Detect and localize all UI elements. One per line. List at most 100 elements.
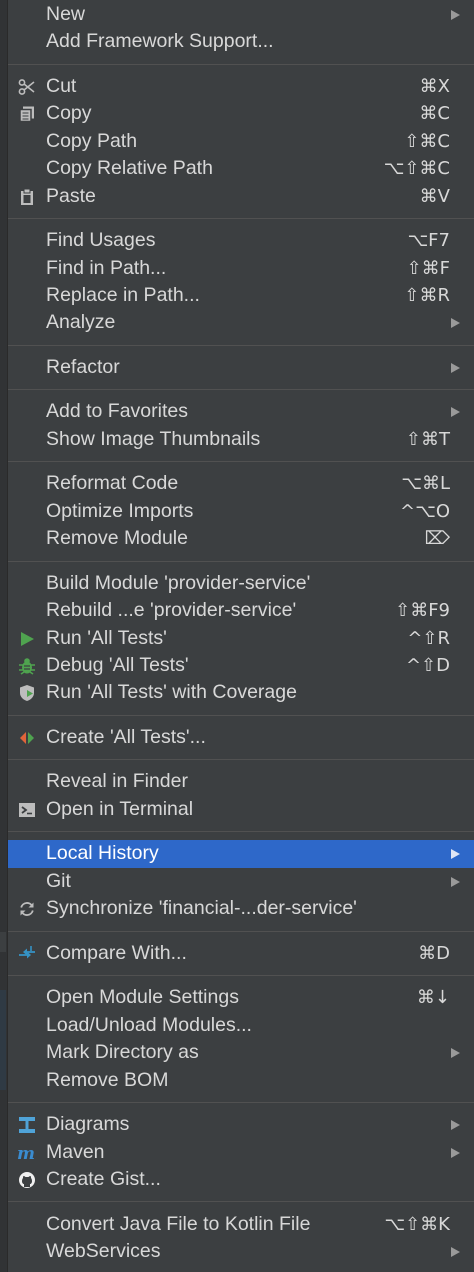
- menu-item-compare-with[interactable]: Compare With... ⌘D: [8, 940, 474, 967]
- menu-item-label: Show Image Thumbnails: [46, 427, 261, 450]
- menu-item-label: WebServices: [46, 1239, 161, 1262]
- menu-item-label: Create 'All Tests'...: [46, 725, 206, 748]
- menu-item-run-all-tests[interactable]: Run 'All Tests' ^⇧R: [8, 625, 474, 652]
- menu-item-label: Git: [46, 869, 71, 892]
- menu-item-create-all-tests[interactable]: Create 'All Tests'...: [8, 724, 474, 751]
- menu-item-find-usages[interactable]: Find Usages ⌥F7: [8, 227, 474, 254]
- submenu-arrow-icon: [451, 407, 460, 418]
- submenu-arrow-icon: [451, 1048, 460, 1059]
- menu-item-create-gist[interactable]: Create Gist...: [8, 1166, 474, 1193]
- menu-item-webservices[interactable]: WebServices: [8, 1238, 474, 1265]
- menu-item-shortcut: ⌘V: [419, 185, 450, 207]
- menu-item-remove-bom[interactable]: Remove BOM: [8, 1067, 474, 1094]
- menu-item-shortcut: ⇧⌘T: [405, 428, 450, 450]
- menu-item-label: Remove BOM: [46, 1068, 169, 1091]
- menu-item-analyze[interactable]: Analyze: [8, 309, 474, 336]
- menu-item-label: Local History: [46, 842, 159, 865]
- menu-item-label: Optimize Imports: [46, 499, 194, 522]
- menu-item-synchronize-financial-der-service[interactable]: Synchronize 'financial-...der-service': [8, 895, 474, 922]
- submenu-arrow-icon: [451, 318, 460, 329]
- menu-item-label: Open Module Settings: [46, 986, 239, 1009]
- menu-item-optimize-imports[interactable]: Optimize Imports ^⌥O: [8, 498, 474, 525]
- submenu-arrow-icon: [451, 1147, 460, 1158]
- scissors-icon: [17, 77, 37, 97]
- menu-separator: [8, 751, 474, 768]
- menu-item-open-module-settings[interactable]: Open Module Settings ⌘↓: [8, 984, 474, 1011]
- menu-item-label: Find Usages: [46, 229, 156, 252]
- menu-item-label: Create Gist...: [46, 1167, 161, 1190]
- menu-item-shortcut: ^⇧R: [407, 627, 450, 649]
- menu-item-rebuild-e-provider-service[interactable]: Rebuild ...e 'provider-service' ⇧⌘F9: [8, 597, 474, 624]
- submenu-arrow-icon: [451, 1120, 460, 1131]
- menu-item-paste[interactable]: Paste ⌘V: [8, 183, 474, 210]
- menu-item-label: Copy: [46, 102, 92, 125]
- menu-item-remove-module[interactable]: Remove Module ⌦: [8, 525, 474, 552]
- menu-item-find-in-path[interactable]: Find in Path... ⇧⌘F: [8, 255, 474, 282]
- menu-separator: [8, 381, 474, 398]
- submenu-arrow-icon: [451, 1246, 460, 1257]
- menu-item-label: Find in Path...: [46, 256, 167, 279]
- menu-item-shortcut: ^⇧D: [405, 654, 450, 676]
- menu-item-maven[interactable]: m Maven: [8, 1139, 474, 1166]
- menu-item-label: New: [46, 3, 86, 25]
- menu-item-label: Synchronize 'financial-...der-service': [46, 897, 357, 920]
- menu-item-git[interactable]: Git: [8, 868, 474, 895]
- menu-item-shortcut: ⌥⌘L: [401, 473, 450, 495]
- menu-item-copy[interactable]: Copy ⌘C: [8, 100, 474, 127]
- menu-item-open-in-terminal[interactable]: Open in Terminal: [8, 796, 474, 823]
- submenu-arrow-icon: [451, 876, 460, 887]
- menu-item-copy-relative-path[interactable]: Copy Relative Path ⌥⇧⌘C: [8, 155, 474, 182]
- sync-icon: [17, 899, 37, 919]
- menu-item-label: Reformat Code: [46, 472, 179, 495]
- menu-item-label: Add Framework Support...: [46, 30, 274, 53]
- menu-item-label: Load/Unload Modules...: [46, 1013, 252, 1036]
- maven-icon: m: [17, 1143, 37, 1163]
- menu-item-shortcut: ⌥⇧⌘C: [383, 158, 450, 180]
- menu-item-replace-in-path[interactable]: Replace in Path... ⇧⌘R: [8, 282, 474, 309]
- menu-item-run-all-tests-with-coverage[interactable]: Run 'All Tests' with Coverage: [8, 679, 474, 706]
- menu-item-load-unload-modules[interactable]: Load/Unload Modules...: [8, 1012, 474, 1039]
- menu-separator: [8, 453, 474, 470]
- menu-item-shortcut: ⌥F7: [407, 230, 450, 252]
- menu-item-build-module-provider-service[interactable]: Build Module 'provider-service': [8, 570, 474, 597]
- menu-item-shortcut: ⌘↓: [416, 987, 450, 1009]
- menu-item-label: Convert Java File to Kotlin File: [46, 1212, 311, 1235]
- github-icon: [17, 1170, 37, 1190]
- menu-item-shortcut: ⌦: [424, 528, 450, 550]
- submenu-arrow-icon: [451, 362, 460, 373]
- create-test-icon: [17, 728, 37, 748]
- copy-icon: [17, 104, 37, 124]
- menu-item-label: Maven: [46, 1140, 105, 1163]
- menu-separator: [8, 923, 474, 940]
- menu-item-local-history[interactable]: Local History: [8, 840, 474, 868]
- menu-item-diagrams[interactable]: Diagrams: [8, 1111, 474, 1138]
- menu-item-label: Remove Module: [46, 527, 188, 550]
- menu-item-shortcut: ⌘X: [419, 75, 450, 97]
- menu-item-reveal-in-finder[interactable]: Reveal in Finder: [8, 768, 474, 795]
- menu-item-convert-java-file-to-kotlin-file[interactable]: Convert Java File to Kotlin File ⌥⇧⌘K: [8, 1211, 474, 1238]
- menu-item-label: Copy Path: [46, 129, 138, 152]
- menu-item-shortcut: ⇧⌘R: [404, 284, 450, 306]
- menu-item-add-to-favorites[interactable]: Add to Favorites: [8, 398, 474, 425]
- menu-item-label: Run 'All Tests': [46, 626, 167, 649]
- menu-item-shortcut: ⌥⇧⌘K: [384, 1213, 450, 1235]
- editor-gutter-mark: [0, 990, 6, 1090]
- menu-item-cut[interactable]: Cut ⌘X: [8, 73, 474, 100]
- menu-item-reformat-code[interactable]: Reformat Code ⌥⌘L: [8, 470, 474, 497]
- submenu-arrow-icon: [451, 10, 460, 20]
- menu-item-show-image-thumbnails[interactable]: Show Image Thumbnails ⇧⌘T: [8, 426, 474, 453]
- menu-item-add-framework-support[interactable]: Add Framework Support...: [8, 28, 474, 55]
- menu-separator: [8, 707, 474, 724]
- menu-item-debug-all-tests[interactable]: Debug 'All Tests' ^⇧D: [8, 652, 474, 679]
- menu-item-shortcut: ⇧⌘C: [404, 130, 450, 152]
- menu-item-label: Copy Relative Path: [46, 157, 213, 180]
- menu-item-mark-directory-as[interactable]: Mark Directory as: [8, 1039, 474, 1066]
- menu-item-new[interactable]: New: [8, 1, 474, 28]
- menu-item-shortcut: ^⌥O: [400, 500, 450, 522]
- editor-gutter-mark: [0, 932, 6, 952]
- clipboard-icon: [17, 187, 37, 207]
- menu-item-label: Compare With...: [46, 941, 187, 964]
- menu-item-copy-path[interactable]: Copy Path ⇧⌘C: [8, 128, 474, 155]
- menu-item-refactor[interactable]: Refactor: [8, 354, 474, 381]
- debug-bug-icon: [17, 656, 37, 676]
